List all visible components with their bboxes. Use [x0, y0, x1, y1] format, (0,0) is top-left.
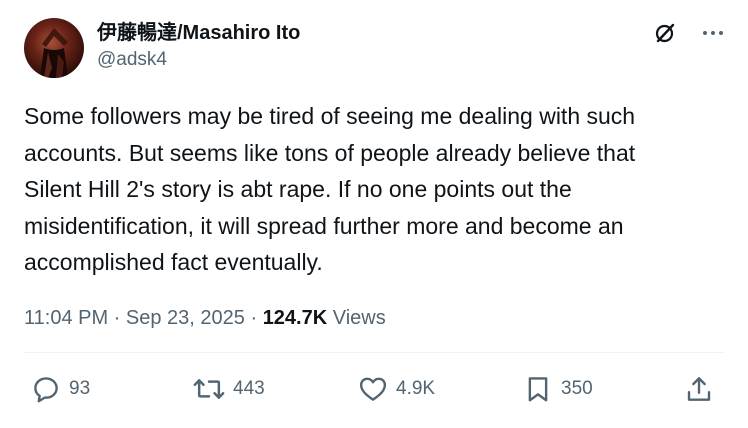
avatar[interactable] — [24, 18, 84, 78]
bookmark-icon — [523, 374, 553, 404]
repost-count: 443 — [233, 378, 265, 399]
author-info: 伊藤暢達/Masahiro Ito @adsk4 — [97, 20, 300, 73]
tweet: 伊藤暢達/Masahiro Ito @adsk4 Some followers … — [0, 0, 748, 428]
tweet-time[interactable]: 11:04 PM — [24, 307, 108, 329]
bookmark-button[interactable]: 350 — [523, 374, 593, 404]
meta-separator: · — [108, 307, 126, 329]
reply-button[interactable]: 93 — [31, 374, 90, 404]
avatar-image — [40, 28, 68, 78]
tweet-text: Some followers may be tired of seeing me… — [24, 103, 636, 275]
more-icon[interactable] — [700, 20, 726, 46]
grok-icon[interactable] — [652, 20, 678, 46]
bookmark-count: 350 — [561, 378, 593, 399]
top-actions — [652, 20, 726, 46]
action-bar: 93 443 4.9K 350 — [0, 374, 748, 414]
reply-icon — [31, 374, 61, 404]
handle[interactable]: @adsk4 — [97, 47, 300, 73]
display-name[interactable]: 伊藤暢達/Masahiro Ito — [97, 20, 300, 46]
share-icon — [684, 374, 714, 404]
tweet-date[interactable]: Sep 23, 2025 — [126, 307, 245, 329]
reply-count: 93 — [69, 378, 91, 399]
tweet-meta: 11:04 PM · Sep 23, 2025 · 124.7K Views — [24, 304, 386, 332]
like-count: 4.9K — [396, 378, 436, 399]
repost-button[interactable]: 443 — [193, 374, 265, 404]
like-button[interactable]: 4.9K — [358, 374, 435, 404]
heart-icon — [358, 374, 388, 404]
views-count: 124.7K — [262, 307, 328, 329]
views-label: Views — [332, 307, 386, 329]
meta-separator: · — [244, 307, 263, 329]
divider — [24, 352, 724, 353]
share-button[interactable] — [684, 374, 714, 404]
repost-icon — [193, 374, 225, 404]
